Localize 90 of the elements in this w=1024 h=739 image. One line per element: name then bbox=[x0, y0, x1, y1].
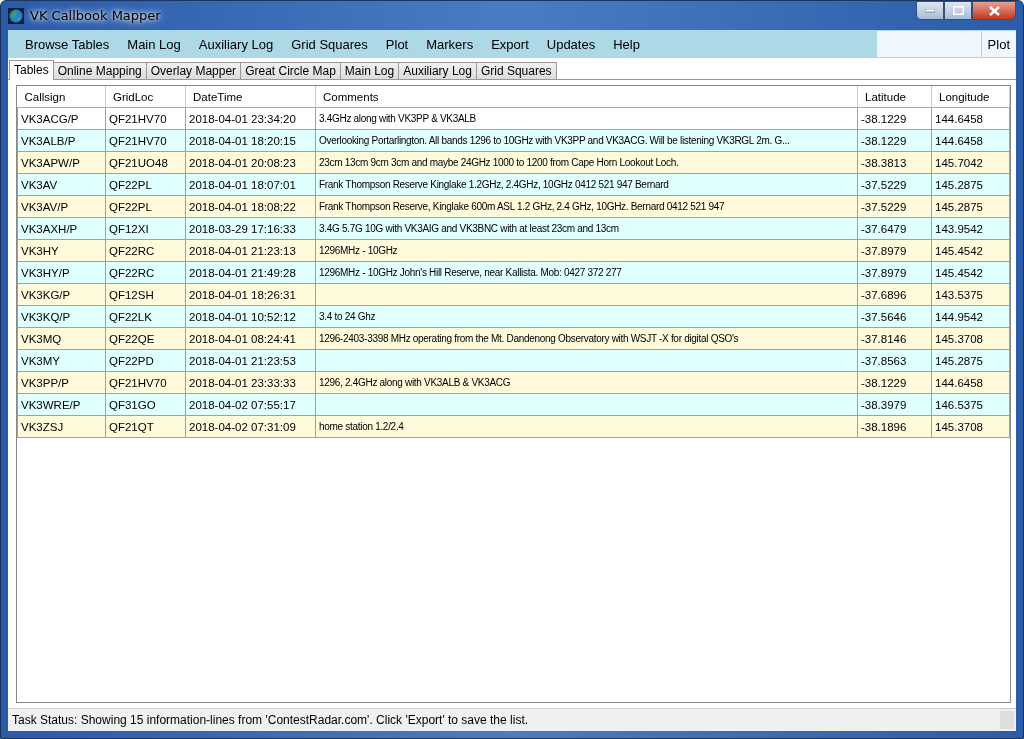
table-cell: 2018-04-01 21:23:53 bbox=[185, 349, 316, 372]
table-row[interactable]: VK3AV QF22PL 2018-04-01 18:07:01 Frank Thompson Reserve Kinglake 1.2GHz, 2.4GHz, 10GHz 0412 521 947 Bernard -37.5229 145.2875 bbox=[17, 173, 1010, 196]
globe-icon bbox=[8, 7, 24, 24]
menu-item[interactable]: Auxiliary Log bbox=[189, 36, 283, 52]
table-cell: 2018-04-01 20:08:23 bbox=[185, 151, 316, 174]
table-row[interactable]: VK3MQ QF22QE 2018-04-01 08:24:41 1296-2403-3398 MHz operating from the Mt. Dandenong Observatory with WSJT -X for digital QSO's -37.8146 145.3708 bbox=[17, 327, 1010, 350]
table-cell: VK3ACG/P bbox=[17, 107, 106, 130]
tab[interactable]: Online Mapping bbox=[52, 62, 147, 79]
table-row[interactable]: VK3MY QF22PD 2018-04-01 21:23:53 -37.8563 145.2875 bbox=[17, 349, 1010, 372]
table-cell: Frank Thompson Reserve Kinglake 1.2GHz, 2.4GHz, 10GHz 0412 521 947 Bernard bbox=[315, 173, 858, 196]
table-cell: VK3KQ/P bbox=[17, 305, 106, 328]
menu-item[interactable]: Plot bbox=[376, 36, 418, 52]
column-header[interactable]: Comments bbox=[315, 86, 858, 108]
table-cell: 23cm 13cm 9cm 3cm and maybe 24GHz 1000 to 1200 from Cape Horn Lookout Loch. bbox=[315, 151, 858, 174]
table-row[interactable]: VK3ACG/P QF21HV70 2018-04-01 23:34:20 3.4GHz along with VK3PP & VK3ALB -38.1229 144.6458 bbox=[17, 107, 1010, 130]
menu-item[interactable]: Main Log bbox=[118, 36, 190, 52]
menu-item[interactable]: Browse Tables bbox=[16, 36, 119, 52]
table-cell: 1296MHz - 10GHz John's Hill Reserve, near Kallista. Mob: 0427 372 277 bbox=[315, 261, 858, 284]
tab[interactable]: Great Circle Map bbox=[240, 62, 341, 79]
table-row[interactable]: VK3KG/P QF12SH 2018-04-01 18:26:31 -37.6896 143.5375 bbox=[17, 283, 1010, 306]
menu-item[interactable]: Updates bbox=[537, 36, 605, 52]
minimize-icon bbox=[925, 8, 935, 13]
column-header[interactable]: GridLoc bbox=[105, 86, 186, 108]
table-cell: VK3MY bbox=[17, 349, 106, 372]
table-cell: VK3AV/P bbox=[17, 195, 106, 218]
tab[interactable]: Grid Squares bbox=[475, 62, 557, 79]
maximize-icon bbox=[952, 6, 964, 15]
table-cell: 2018-04-01 18:07:01 bbox=[185, 173, 316, 196]
minimize-button[interactable] bbox=[916, 1, 944, 20]
tab[interactable]: Auxiliary Log bbox=[398, 62, 477, 79]
menu-item[interactable]: Help bbox=[604, 36, 649, 52]
menu-item[interactable]: Markers bbox=[417, 36, 483, 52]
column-header[interactable]: Longitude bbox=[931, 86, 1010, 108]
table-cell: 1296, 2.4GHz along with VK3ALB & VK3ACG bbox=[315, 371, 858, 394]
table-row[interactable]: VK3HY QF22RC 2018-04-01 21:23:13 1296MHz - 10GHz -37.8979 145.4542 bbox=[17, 239, 1010, 262]
table-cell: VK3AXH/P bbox=[17, 217, 106, 240]
tab[interactable]: Overlay Mapper bbox=[145, 62, 242, 79]
table-cell: VK3ALB/P bbox=[17, 129, 106, 152]
tab[interactable]: Tables bbox=[9, 60, 54, 80]
status-text: Task Status: Showing 15 information-lines from 'ContestRadar.com'. Click 'Export' to save the list. bbox=[12, 713, 529, 727]
maximize-button[interactable] bbox=[944, 1, 972, 20]
table-cell: 3.4 to 24 Ghz bbox=[315, 305, 858, 328]
table-cell: 2018-04-01 23:33:33 bbox=[185, 371, 316, 394]
table-cell: VK3MQ bbox=[17, 327, 106, 350]
tab[interactable]: Main Log bbox=[339, 62, 400, 79]
table-cell: VK3PP/P bbox=[17, 371, 106, 394]
table-cell: Overlooking Portarlington. All bands 1296 to 10GHz with VK3PP and VK3ACG. Will be listening VK3RGL 2m. G... bbox=[315, 129, 858, 152]
column-header[interactable]: Callsign bbox=[17, 86, 106, 108]
table-cell: 2018-04-02 07:55:17 bbox=[185, 393, 316, 416]
window-title: VK Callbook Mapper bbox=[30, 8, 162, 23]
table-cell: 2018-04-01 23:34:20 bbox=[185, 107, 316, 130]
table-cell: VK3ZSJ bbox=[17, 415, 106, 438]
table-cell: 2018-04-02 07:31:09 bbox=[185, 415, 316, 438]
table-cell: VK3APW/P bbox=[17, 151, 106, 174]
table-cell: 2018-04-01 18:20:15 bbox=[185, 129, 316, 152]
table-cell: 2018-04-01 18:08:22 bbox=[185, 195, 316, 218]
menu-item[interactable]: Export bbox=[482, 36, 538, 52]
table-cell: VK3AV bbox=[17, 173, 106, 196]
table-cell: 1296-2403-3398 MHz operating from the Mt. Dandenong Observatory with WSJT -X for digital QSO's bbox=[315, 327, 858, 350]
table-cell: 2018-04-01 18:26:31 bbox=[185, 283, 316, 306]
column-header[interactable]: Latitude bbox=[857, 86, 932, 108]
table-cell: 2018-04-01 10:52:12 bbox=[185, 305, 316, 328]
table-cell: 1296MHz - 10GHz bbox=[315, 239, 858, 262]
table-row[interactable]: VK3APW/P QF21UO48 2018-04-01 20:08:23 23cm 13cm 9cm 3cm and maybe 24GHz 1000 to 1200 from Cape Horn Lookout Loch. -38.3813 145.7042 bbox=[17, 151, 1010, 174]
close-button[interactable] bbox=[972, 1, 1016, 20]
table-cell: VK3KG/P bbox=[17, 283, 106, 306]
table-row[interactable]: VK3AV/P QF22PL 2018-04-01 18:08:22 Frank Thompson Reserve, Kinglake 600m ASL 1.2 GHz, 2.4 GHz, 10GHz. Bernard 0412 521 947 -37.5229 145.2875 bbox=[17, 195, 1010, 218]
table-cell: 2018-03-29 17:16:33 bbox=[185, 217, 316, 240]
table-row[interactable]: VK3ZSJ QF21QT 2018-04-02 07:31:09 home station 1.2/2.4 -38.1896 145.3708 bbox=[17, 415, 1010, 438]
table-row[interactable]: VK3KQ/P QF22LK 2018-04-01 10:52:12 3.4 to 24 Ghz -37.5646 144.9542 bbox=[17, 305, 1010, 328]
table-cell: VK3HY/P bbox=[17, 261, 106, 284]
table-row[interactable]: VK3AXH/P QF12XI 2018-03-29 17:16:33 3.4G 5.7G 10G with VK3AIG and VK3BNC with at least 23cm and 13cm -37.6479 143.9542 bbox=[17, 217, 1010, 240]
table-cell: 3.4GHz along with VK3PP & VK3ALB bbox=[315, 107, 858, 130]
close-icon bbox=[988, 5, 1000, 16]
table-cell: VK3WRE/P bbox=[17, 393, 106, 416]
table-row[interactable]: VK3WRE/P QF31GO 2018-04-02 07:55:17 -38.3979 146.5375 bbox=[17, 393, 1010, 416]
table-cell: Frank Thompson Reserve, Kinglake 600m ASL 1.2 GHz, 2.4 GHz, 10GHz. Bernard 0412 521 947 bbox=[315, 195, 858, 218]
table-cell: home station 1.2/2.4 bbox=[315, 415, 858, 438]
table-cell: 2018-04-01 21:23:13 bbox=[185, 239, 316, 262]
table-cell: 2018-04-01 21:49:28 bbox=[185, 261, 316, 284]
table-row[interactable]: VK3PP/P QF21HV70 2018-04-01 23:33:33 1296, 2.4GHz along with VK3ALB & VK3ACG -38.1229 144.6458 bbox=[17, 371, 1010, 394]
table-cell: 2018-04-01 08:24:41 bbox=[185, 327, 316, 350]
plot-input-field[interactable] bbox=[876, 31, 981, 57]
menu-item[interactable]: Grid Squares bbox=[282, 36, 377, 52]
plot-button[interactable]: Plot bbox=[981, 31, 1016, 57]
table-row[interactable]: VK3ALB/P QF21HV70 2018-04-01 18:20:15 Overlooking Portarlington. All bands 1296 to 10GHz with VK3PP and VK3ACG. Will be listening VK3RGL 2m. G... -38.1229 144.6458 bbox=[17, 129, 1010, 152]
column-header[interactable]: DateTime bbox=[185, 86, 316, 108]
table-cell: 3.4G 5.7G 10G with VK3AIG and VK3BNC with at least 23cm and 13cm bbox=[315, 217, 858, 240]
table-row[interactable]: VK3HY/P QF22RC 2018-04-01 21:49:28 1296MHz - 10GHz John's Hill Reserve, near Kallista. Mob: 0427 372 277 -37.8979 145.4542 bbox=[17, 261, 1010, 284]
table-cell: VK3HY bbox=[17, 239, 106, 262]
